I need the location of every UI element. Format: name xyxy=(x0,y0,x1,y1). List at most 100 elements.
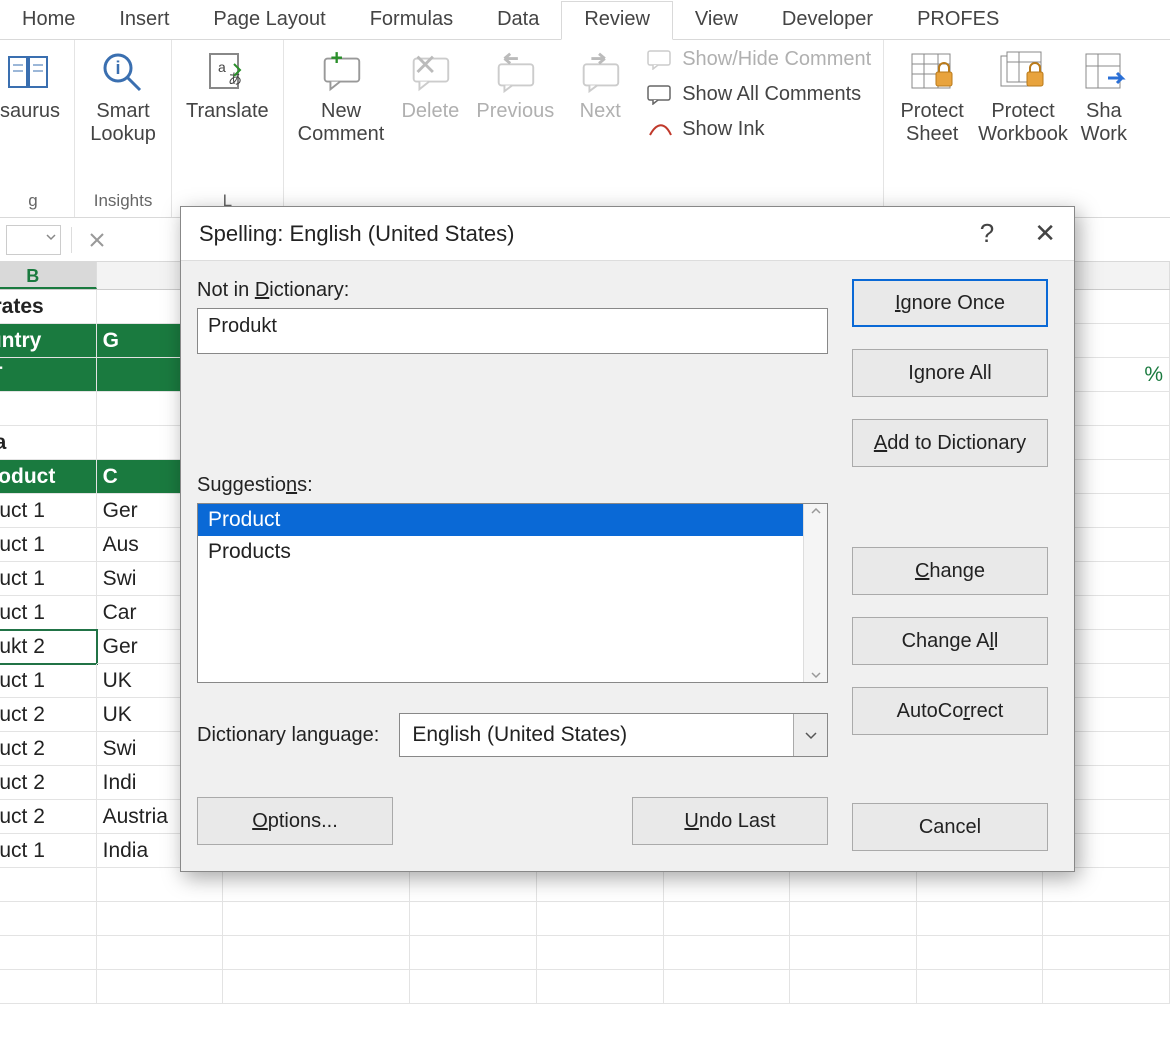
options-button[interactable]: Options... xyxy=(197,797,393,845)
cell[interactable] xyxy=(917,936,1044,970)
cell[interactable] xyxy=(0,970,97,1004)
cell[interactable]: oduct 1 xyxy=(0,664,97,698)
column-header-b[interactable]: B xyxy=(0,262,97,289)
autocorrect-button[interactable]: AutoCorrect xyxy=(852,687,1048,735)
next-comment-button[interactable]: Next xyxy=(560,44,640,123)
change-all-button[interactable]: Change All xyxy=(852,617,1048,665)
tab-profes[interactable]: PROFES xyxy=(895,2,1021,39)
cell[interactable] xyxy=(223,936,410,970)
cancel-formula-button[interactable] xyxy=(82,225,112,255)
thesaurus-button[interactable]: saurus xyxy=(0,44,66,123)
tab-review[interactable]: Review xyxy=(561,1,673,40)
new-comment-button[interactable]: + New Comment xyxy=(292,44,391,146)
cell[interactable]: oduct 1 xyxy=(0,834,97,868)
cell[interactable]: oduct 2 xyxy=(0,732,97,766)
dialog-close-button[interactable]: ✕ xyxy=(1034,218,1056,249)
table-row[interactable] xyxy=(0,902,1170,936)
tab-formulas[interactable]: Formulas xyxy=(348,2,475,39)
suggestion-item[interactable]: Product xyxy=(198,504,803,536)
protect-workbook-button[interactable]: Protect Workbook xyxy=(972,44,1074,146)
cell[interactable]: odukt 2 xyxy=(0,630,97,664)
cell[interactable]: oduct 1 xyxy=(0,528,97,562)
table-row[interactable] xyxy=(0,868,1170,902)
table-row[interactable] xyxy=(0,970,1170,1004)
dictionary-language-select[interactable]: English (United States) xyxy=(399,713,828,757)
cell[interactable] xyxy=(537,902,664,936)
tab-data[interactable]: Data xyxy=(475,2,561,39)
change-button[interactable]: Change xyxy=(852,547,1048,595)
cell[interactable] xyxy=(410,970,537,1004)
cell[interactable] xyxy=(664,936,791,970)
cell[interactable] xyxy=(410,902,537,936)
tab-view[interactable]: View xyxy=(673,2,760,39)
share-workbook-button[interactable]: Sha Work xyxy=(1074,44,1134,146)
cell[interactable] xyxy=(790,902,917,936)
cell[interactable]: oduct 1 xyxy=(0,596,97,630)
cell[interactable] xyxy=(790,970,917,1004)
cell[interactable] xyxy=(97,936,224,970)
delete-comment-button[interactable]: Delete xyxy=(390,44,470,123)
cell[interactable]: oduct 2 xyxy=(0,800,97,834)
cell[interactable] xyxy=(0,902,97,936)
tab-home[interactable]: Home xyxy=(0,2,97,39)
cell[interactable]: Product xyxy=(0,460,97,494)
dialog-help-button[interactable]: ? xyxy=(980,218,994,249)
cell[interactable] xyxy=(223,970,410,1004)
cell[interactable] xyxy=(664,868,791,902)
cell[interactable]: oduct 2 xyxy=(0,766,97,800)
show-all-comments-button[interactable]: Show All Comments xyxy=(646,83,871,106)
suggestion-item[interactable]: Products xyxy=(198,536,803,568)
cell[interactable] xyxy=(664,970,791,1004)
cell[interactable] xyxy=(537,936,664,970)
protect-sheet-button[interactable]: Protect Sheet xyxy=(892,44,972,146)
cell[interactable] xyxy=(0,936,97,970)
cell[interactable] xyxy=(917,970,1044,1004)
cell[interactable] xyxy=(1043,936,1170,970)
cell[interactable] xyxy=(410,868,537,902)
ignore-all-button[interactable]: Ignore All xyxy=(852,349,1048,397)
cell[interactable] xyxy=(1043,868,1170,902)
cell[interactable] xyxy=(790,868,917,902)
show-hide-comment-button[interactable]: Show/Hide Comment xyxy=(646,48,871,71)
cell[interactable]: ountry xyxy=(0,324,97,358)
cell[interactable] xyxy=(223,902,410,936)
cell[interactable] xyxy=(917,902,1044,936)
cell[interactable]: oduct 2 xyxy=(0,698,97,732)
dialog-titlebar[interactable]: Spelling: English (United States) ? ✕ xyxy=(181,207,1074,261)
suggestions-scrollbar[interactable] xyxy=(803,504,827,682)
suggestions-list[interactable]: Product Products xyxy=(197,503,828,683)
ignore-once-button[interactable]: Ignore Once xyxy=(852,279,1048,327)
smart-lookup-button[interactable]: i Smart Lookup xyxy=(83,44,163,146)
cell[interactable] xyxy=(97,902,224,936)
table-row[interactable] xyxy=(0,936,1170,970)
not-in-dictionary-input[interactable]: Produkt xyxy=(197,308,828,354)
cell[interactable]: AT xyxy=(0,358,97,392)
name-box[interactable] xyxy=(6,225,61,255)
add-to-dictionary-button[interactable]: Add to Dictionary xyxy=(852,419,1048,467)
cell[interactable] xyxy=(537,970,664,1004)
cell[interactable] xyxy=(410,936,537,970)
tab-insert[interactable]: Insert xyxy=(97,2,191,39)
previous-comment-button[interactable]: Previous xyxy=(470,44,560,123)
cell[interactable] xyxy=(917,868,1044,902)
cell[interactable] xyxy=(0,868,97,902)
cell[interactable] xyxy=(0,392,97,426)
cell[interactable] xyxy=(664,902,791,936)
translate-button[interactable]: aあ Translate xyxy=(180,44,275,123)
undo-last-button[interactable]: Undo Last xyxy=(632,797,828,845)
cell[interactable]: oduct 1 xyxy=(0,494,97,528)
cell[interactable]: oduct 1 xyxy=(0,562,97,596)
cell[interactable] xyxy=(223,868,410,902)
tab-developer[interactable]: Developer xyxy=(760,2,895,39)
cell[interactable] xyxy=(537,868,664,902)
cell[interactable] xyxy=(790,936,917,970)
cell[interactable] xyxy=(1043,902,1170,936)
cell[interactable] xyxy=(1043,970,1170,1004)
show-ink-button[interactable]: Show Ink xyxy=(646,118,871,141)
cell[interactable]: x rates xyxy=(0,290,97,324)
tab-page-layout[interactable]: Page Layout xyxy=(191,2,347,39)
cancel-button[interactable]: Cancel xyxy=(852,803,1048,851)
cell[interactable]: ata xyxy=(0,426,97,460)
cell[interactable] xyxy=(97,868,224,902)
cell[interactable] xyxy=(97,970,224,1004)
